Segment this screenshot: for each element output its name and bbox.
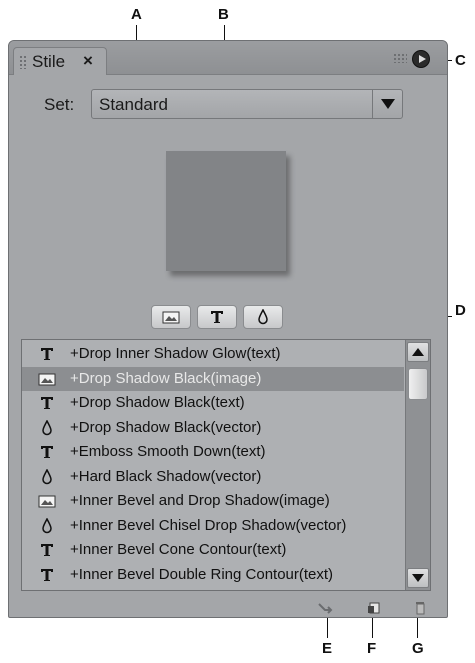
style-list-item[interactable]: +Inner Bevel Chisel Drop Shadow(vector) <box>22 514 404 538</box>
style-list-item-label: +Inner Bevel Chisel Drop Shadow(vector) <box>70 516 347 534</box>
styles-panel: Stile × Set: Standard +Drop Inner Shadow… <box>8 40 448 618</box>
close-icon[interactable]: × <box>83 51 93 71</box>
filter-image-button[interactable] <box>151 305 191 329</box>
style-list-item-label: +Inner Bevel Cone Contour(text) <box>70 541 287 558</box>
style-list-item-label: +Drop Inner Shadow Glow(text) <box>70 345 281 362</box>
callout-label-g: G <box>412 640 424 657</box>
tab-title: Stile <box>32 52 66 71</box>
style-list-item[interactable]: +Inner Bevel Double Ring Contour(text) <box>22 563 404 587</box>
text-style-icon <box>38 346 56 362</box>
style-preview <box>166 151 286 271</box>
callout-label-b: B <box>218 6 229 23</box>
image-style-icon <box>38 371 56 387</box>
styles-list[interactable]: +Drop Inner Shadow Glow(text) +Drop Shado… <box>21 339 431 591</box>
text-style-icon <box>38 395 56 411</box>
style-list-item-label: +Inner Bevel Double Ring Contour(text) <box>70 565 334 583</box>
image-style-icon <box>38 493 56 509</box>
list-scrollbar[interactable] <box>405 340 430 590</box>
dock-grip-icon[interactable] <box>393 53 407 63</box>
style-list-item[interactable]: +Drop Shadow Black(image) <box>22 366 404 391</box>
new-style-button[interactable] <box>365 601 383 615</box>
scroll-up-icon[interactable] <box>407 342 429 362</box>
tab-stile[interactable]: Stile × <box>13 47 107 75</box>
callout-label-d: D <box>455 302 466 319</box>
set-dropdown[interactable]: Standard <box>91 89 403 119</box>
style-list-item[interactable]: +Inner Bevel Cone Contour(text) <box>22 538 404 562</box>
text-style-icon <box>38 567 56 583</box>
callout-label-a: A <box>131 6 142 23</box>
drag-grip-icon[interactable] <box>19 55 27 69</box>
chevron-down-icon[interactable] <box>372 90 402 118</box>
vector-filter-icon <box>258 309 268 325</box>
callout-label-e: E <box>322 640 333 657</box>
style-list-item[interactable]: +Drop Shadow Black(vector) <box>22 416 404 440</box>
panel-menu-button[interactable] <box>412 50 430 68</box>
callout-label-c: C <box>455 52 466 69</box>
style-list-item[interactable]: +Emboss Smooth Down(text) <box>22 440 404 464</box>
callout-label-f: F <box>367 640 377 657</box>
text-filter-icon <box>211 311 223 323</box>
trash-icon <box>416 602 425 615</box>
image-filter-icon <box>162 311 180 324</box>
set-dropdown-value: Standard <box>99 95 168 114</box>
style-list-item-label: +Drop Shadow Black(image) <box>70 369 262 387</box>
filter-vector-button[interactable] <box>243 305 283 329</box>
style-list-item[interactable]: +Hard Black Shadow(vector) <box>22 465 404 489</box>
style-list-item[interactable]: +Drop Inner Shadow Glow(text) <box>22 342 404 366</box>
apply-style-icon <box>318 603 333 614</box>
filter-text-button[interactable] <box>197 305 237 329</box>
scrollbar-thumb[interactable] <box>408 368 428 400</box>
style-list-item[interactable]: +Inner Bevel and Drop Shadow(image) <box>22 489 404 513</box>
new-style-icon <box>368 602 380 614</box>
vector-style-icon <box>38 467 56 485</box>
style-list-item-label: +Inner Bevel and Drop Shadow(image) <box>70 492 330 509</box>
text-style-icon <box>38 542 56 558</box>
style-list-item-label: +Emboss Smooth Down(text) <box>70 443 266 460</box>
style-list-item[interactable]: +Drop Shadow Black(text) <box>22 391 404 415</box>
style-list-item-label: +Hard Black Shadow(vector) <box>70 467 262 485</box>
style-list-item-label: +Drop Shadow Black(text) <box>70 394 245 411</box>
delete-style-button[interactable] <box>411 601 429 615</box>
apply-style-button[interactable] <box>317 601 335 615</box>
vector-style-icon <box>38 516 56 534</box>
panel-tab-bar: Stile × <box>9 41 447 75</box>
set-label: Set: <box>44 95 75 114</box>
text-style-icon <box>38 444 56 460</box>
panel-bottom-bar <box>9 597 447 619</box>
style-list-item-label: +Drop Shadow Black(vector) <box>70 418 262 436</box>
scroll-down-icon[interactable] <box>407 568 429 588</box>
vector-style-icon <box>38 418 56 436</box>
